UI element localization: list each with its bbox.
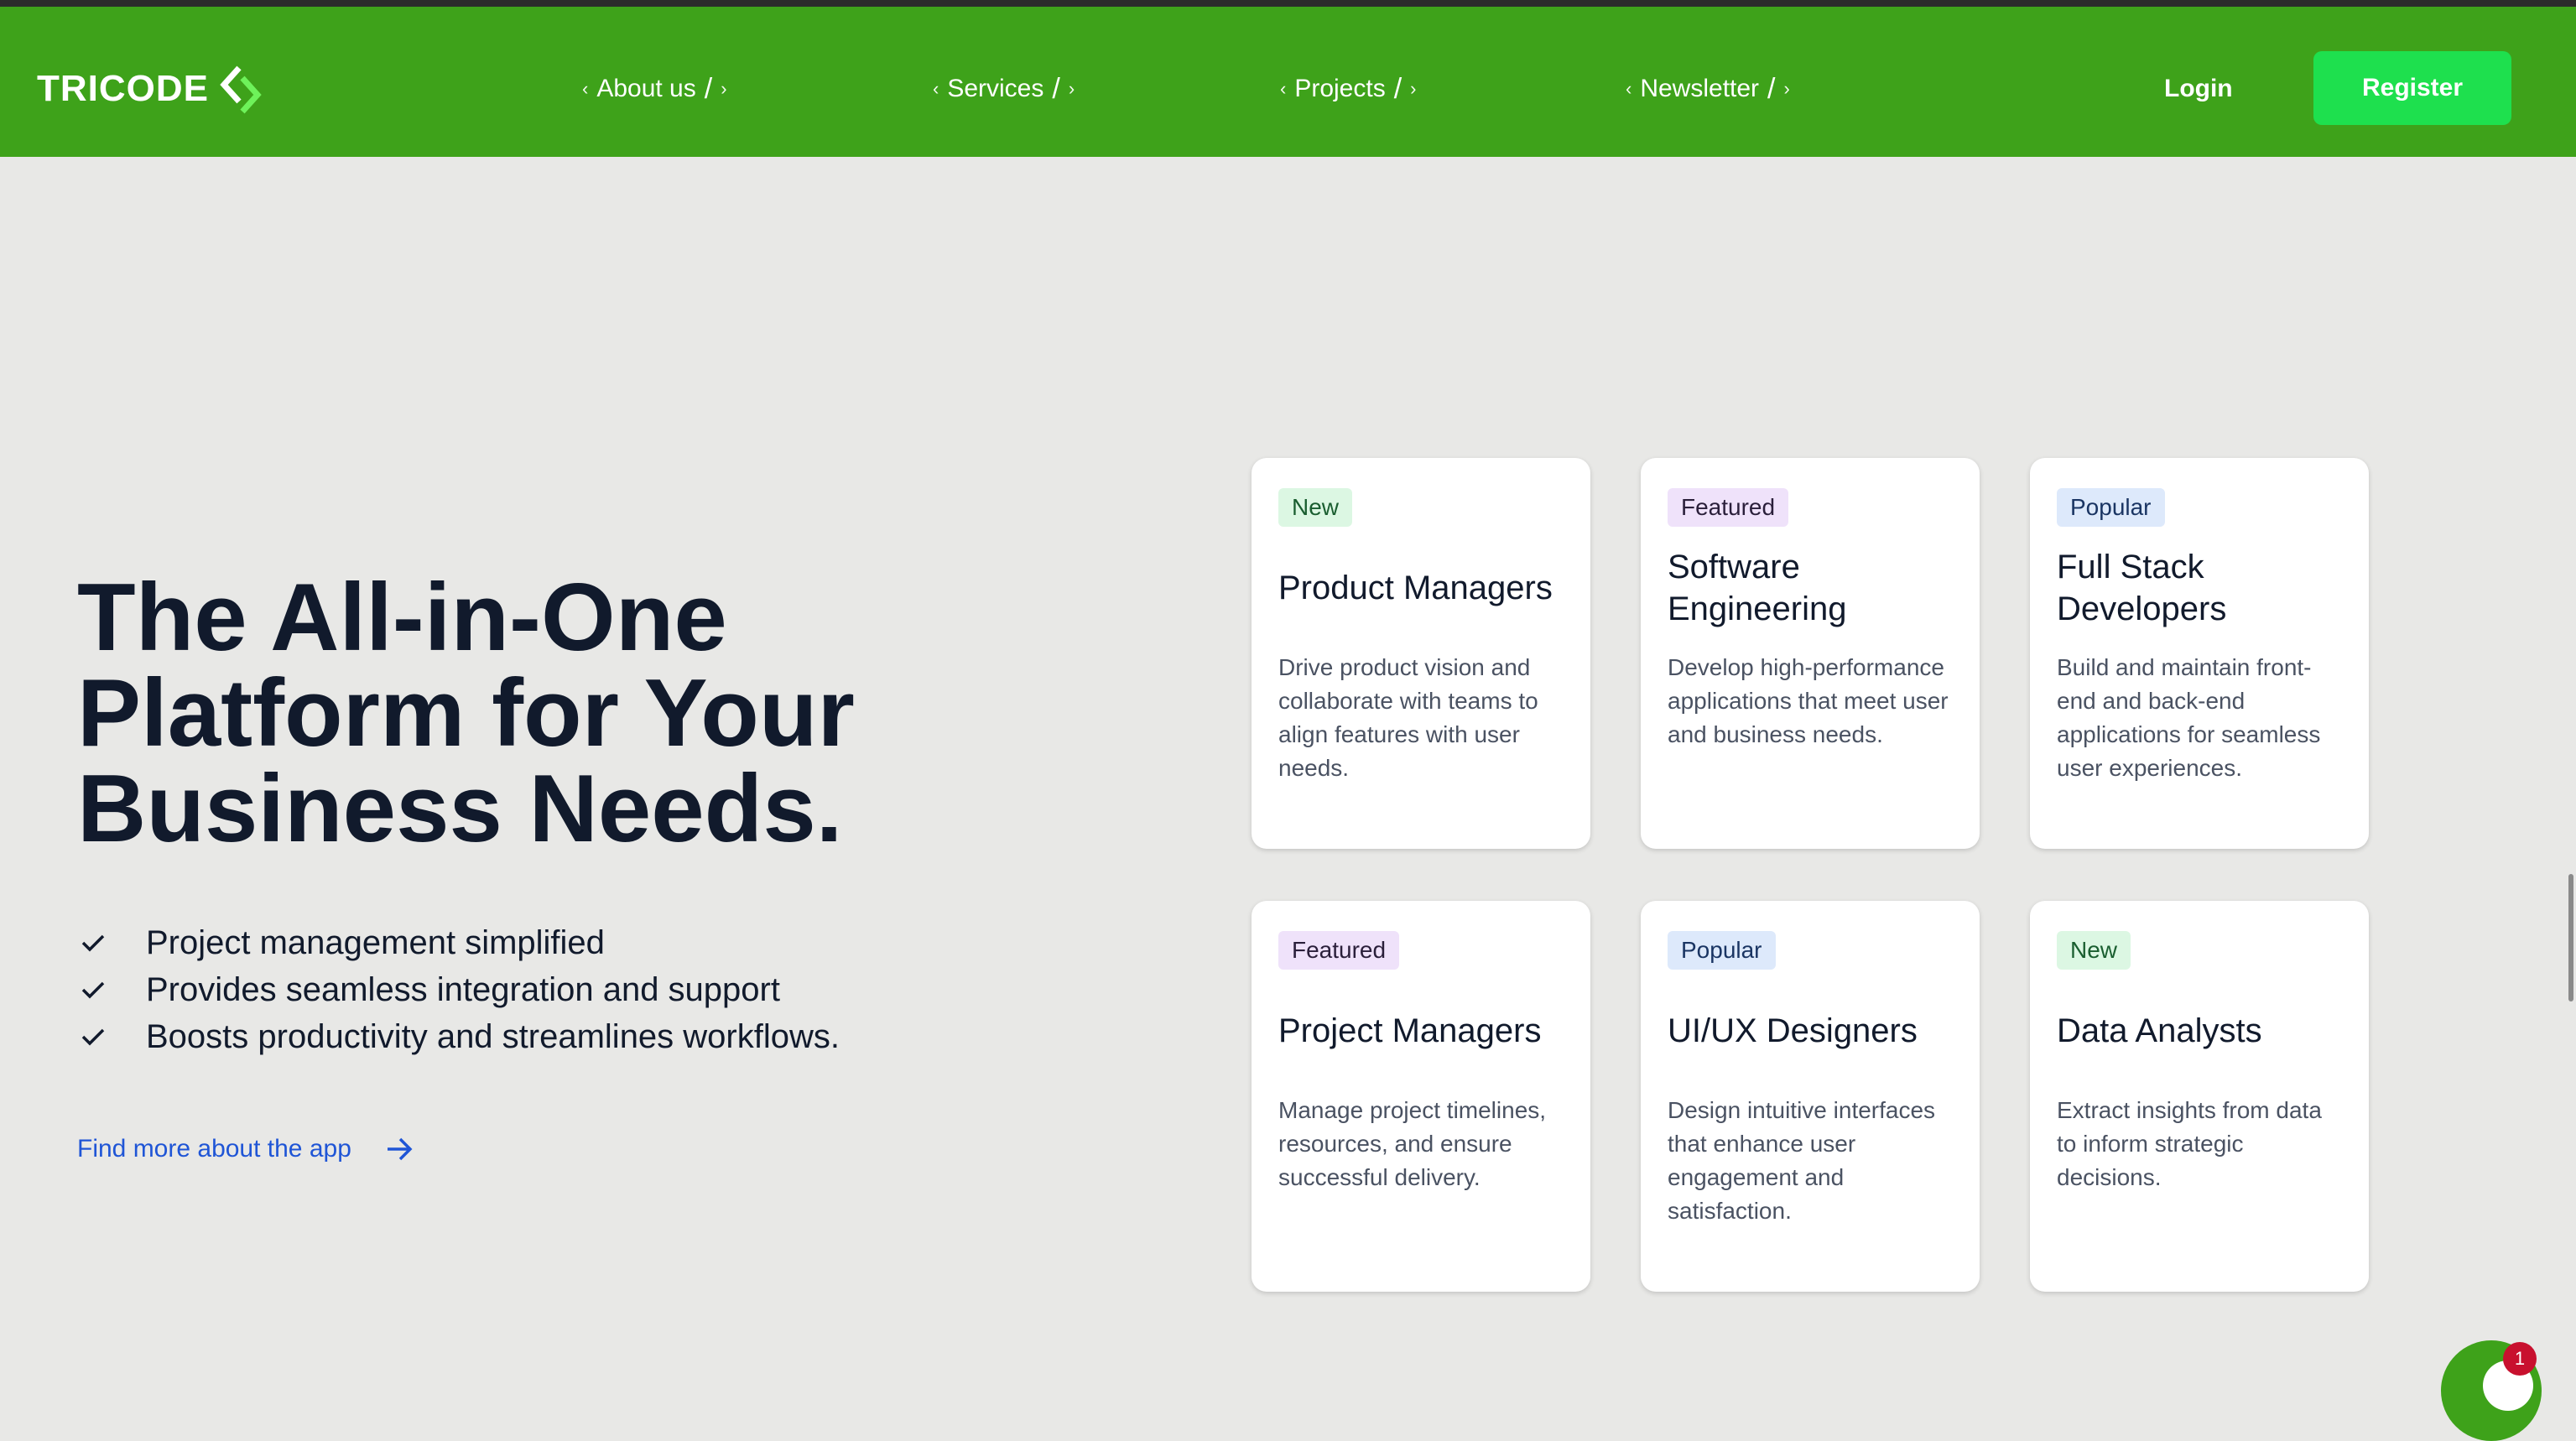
nav-slash: / [1052, 72, 1060, 105]
nav-newsletter[interactable]: ‹ Newsletter / › [1626, 69, 1790, 109]
find-more-link[interactable]: Find more about the app [77, 1131, 414, 1168]
feature-text: Boosts productivity and streamlines work… [146, 1017, 840, 1055]
nav-label: About us [596, 75, 696, 102]
card-badge: Popular [2057, 488, 2165, 527]
hero-title-line: The All-in-One [77, 564, 727, 671]
card-title: Software Engineering [1668, 549, 1847, 627]
role-card-ui-ux-designers[interactable]: Popular UI/UX Designers Design intuitive… [1641, 901, 1980, 1292]
feature-list: Project management simplified Provides s… [81, 919, 840, 1060]
nav-about-us[interactable]: ‹ About us / › [582, 69, 727, 109]
card-description: Extract insights from data to inform str… [2057, 1097, 2322, 1190]
login-link[interactable]: Login [2164, 69, 2233, 109]
card-description: Design intuitive interfaces that enhance… [1668, 1097, 1936, 1224]
card-description: Manage project timelines, resources, and… [1278, 1097, 1547, 1190]
card-description: Drive product vision and collaborate wit… [1278, 654, 1538, 781]
card-title: Full Stack Developers [2057, 549, 2227, 627]
notification-badge: 1 [2503, 1342, 2537, 1376]
nav-close-bracket: › [1068, 78, 1075, 99]
role-card-full-stack-developers[interactable]: Popular Full Stack Developers Build and … [2030, 458, 2369, 849]
nav-label: Services [947, 75, 1044, 102]
nav-services[interactable]: ‹ Services / › [933, 69, 1075, 109]
register-button[interactable]: Register [2313, 51, 2511, 125]
card-title: UI/UX Designers [1668, 1012, 1918, 1049]
nav-slash: / [704, 72, 713, 105]
role-card-product-managers[interactable]: New Product Managers Drive product visio… [1252, 458, 1590, 849]
check-icon [81, 980, 114, 1000]
feature-text: Provides seamless integration and suppor… [146, 970, 780, 1008]
card-badge: New [2057, 931, 2131, 970]
feature-item: Provides seamless integration and suppor… [81, 966, 840, 1013]
feature-text: Project management simplified [146, 923, 605, 961]
nav-label: Projects [1294, 75, 1386, 102]
logo-chevron-icon [220, 65, 262, 114]
nav-close-bracket: › [721, 78, 727, 99]
card-title: Product Managers [1278, 570, 1553, 606]
feature-item: Project management simplified [81, 919, 840, 966]
card-badge: Popular [1668, 931, 1776, 970]
scrollbar-thumb[interactable] [2568, 874, 2573, 1001]
hero-title-line: Platform for Your [77, 660, 855, 767]
card-badge: New [1278, 488, 1353, 527]
top-border [0, 0, 2576, 7]
nav-label: Newsletter [1640, 75, 1760, 102]
role-card-project-managers[interactable]: Featured Project Managers Manage project… [1252, 901, 1590, 1292]
card-badge: Featured [1668, 488, 1789, 527]
check-icon [81, 1027, 114, 1047]
role-card-software-engineering[interactable]: Featured Software Engineering Develop hi… [1641, 458, 1980, 849]
logo-text: TRICODE [37, 68, 209, 109]
feature-item: Boosts productivity and streamlines work… [81, 1013, 840, 1060]
nav-open-bracket: ‹ [933, 78, 939, 99]
nav-open-bracket: ‹ [582, 78, 589, 99]
find-more-label: Find more about the app [77, 1135, 351, 1163]
check-icon [81, 933, 114, 953]
nav-close-bracket: › [1410, 78, 1417, 99]
nav-slash: / [1393, 72, 1402, 105]
hero-title-line: Business Needs. [77, 756, 843, 862]
arrow-right-icon [387, 1137, 413, 1161]
card-title: Project Managers [1278, 1012, 1542, 1049]
card-description: Develop high-performance applications th… [1668, 654, 1949, 747]
nav-open-bracket: ‹ [1280, 78, 1287, 99]
hero-title: The All-in-One Platform for Your Busines… [77, 570, 1084, 857]
card-title: Data Analysts [2057, 1012, 2262, 1049]
navbar: TRICODE ‹ About us / › ‹ Services / › ‹ … [0, 7, 2576, 157]
nav-slash: / [1767, 72, 1776, 105]
card-badge: Featured [1278, 931, 1400, 970]
card-description: Build and maintain front-end and back-en… [2057, 654, 2321, 781]
nav-close-bracket: › [1783, 78, 1790, 99]
nav-open-bracket: ‹ [1626, 78, 1632, 99]
role-card-data-analysts[interactable]: New Data Analysts Extract insights from … [2030, 901, 2369, 1292]
nav-projects[interactable]: ‹ Projects / › [1280, 69, 1416, 109]
logo[interactable]: TRICODE [37, 64, 269, 114]
